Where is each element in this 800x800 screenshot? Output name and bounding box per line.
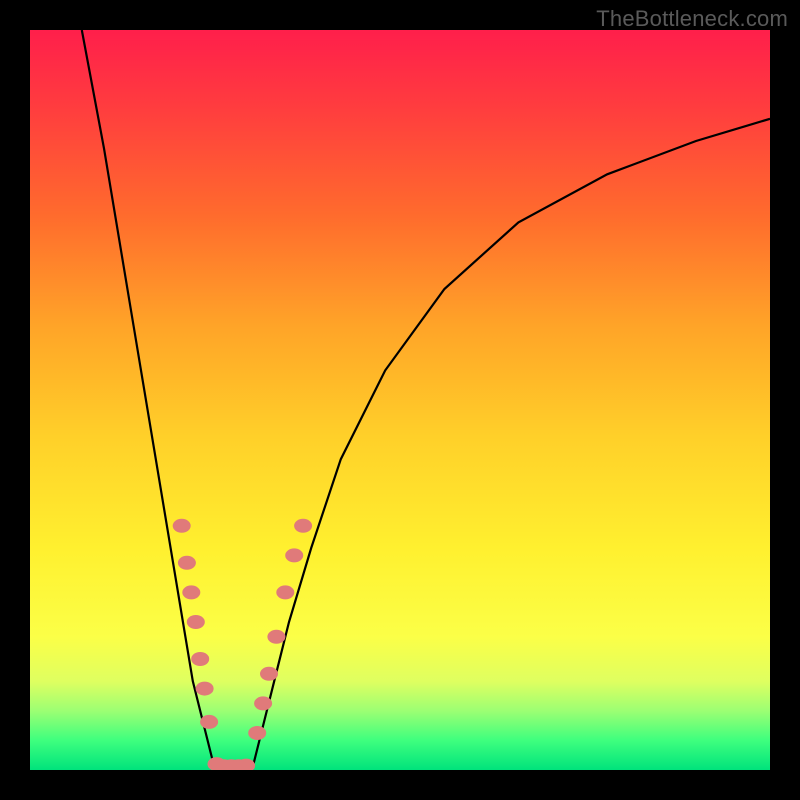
watermark-text: TheBottleneck.com bbox=[596, 6, 788, 32]
curve-marker bbox=[182, 585, 200, 599]
curve-marker bbox=[191, 652, 209, 666]
curve-marker bbox=[285, 548, 303, 562]
curve-marker bbox=[294, 519, 312, 533]
curve-marker bbox=[254, 696, 272, 710]
curve-marker bbox=[200, 715, 218, 729]
curve-marker bbox=[267, 630, 285, 644]
curve-marker bbox=[276, 585, 294, 599]
curve-marker bbox=[178, 556, 196, 570]
curve-marker bbox=[196, 682, 214, 696]
chart-plot-area bbox=[30, 30, 770, 770]
curve-marker bbox=[173, 519, 191, 533]
curve-marker bbox=[187, 615, 205, 629]
chart-svg bbox=[30, 30, 770, 770]
curve-marker bbox=[248, 726, 266, 740]
bottleneck-curve bbox=[82, 30, 770, 770]
marker-group bbox=[173, 519, 312, 770]
curve-marker bbox=[260, 667, 278, 681]
